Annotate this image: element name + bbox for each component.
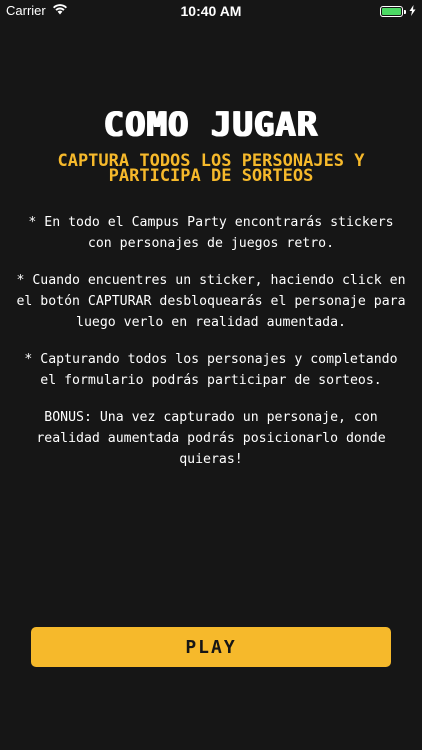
page-title: COMO JUGAR [103,105,319,145]
status-time: 10:40 AM [180,3,242,19]
battery-tip [404,9,406,14]
status-bar: Carrier 10:40 AM [0,0,422,22]
status-right [380,4,416,19]
instruction-paragraph: * En todo el Campus Party encontrarás st… [28,215,394,251]
charging-bolt-icon [409,4,416,19]
instructions: * En todo el Campus Party encontrarás st… [16,212,406,486]
screen: Carrier 10:40 AM COMO JUGAR CAPTURA TODO… [0,0,422,750]
play-button[interactable]: PLAY [31,627,391,667]
bonus-paragraph: BONUS: Una vez capturado un personaje, c… [36,410,386,467]
instruction-paragraph: * Cuando encuentres un sticker, haciendo… [16,273,406,330]
instruction-paragraph: * Capturando todos los personajes y comp… [24,352,398,388]
battery-icon [380,6,403,17]
battery-fill [382,8,401,15]
page-subtitle: CAPTURA TODOS LOS PERSONAJES Y PARTICIPA… [57,151,365,186]
